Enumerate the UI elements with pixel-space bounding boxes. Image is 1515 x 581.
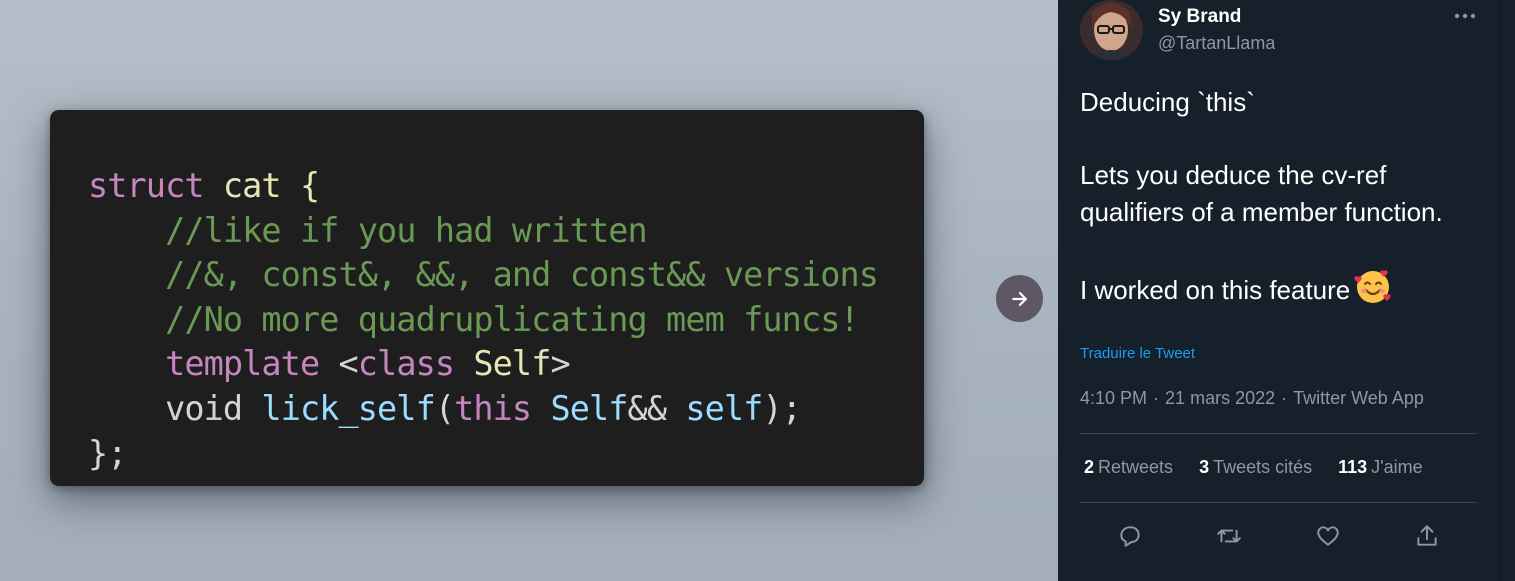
like-icon: [1317, 526, 1339, 546]
retweets-count: 2: [1084, 457, 1095, 477]
quotes-label: Tweets cités: [1213, 457, 1313, 477]
code-token: &&: [627, 388, 686, 428]
share-icon: [1417, 525, 1438, 546]
code-token: class: [357, 344, 455, 384]
code-token: );: [762, 388, 801, 428]
code-token: this: [454, 388, 532, 428]
code-line: void lick_self(this Self&& self);: [88, 387, 878, 432]
code-token: template: [88, 344, 320, 384]
retweets-label: Retweets: [1098, 457, 1174, 477]
likes-label: J'aime: [1371, 457, 1423, 477]
code-token: //like if you had written: [88, 210, 648, 250]
avatar[interactable]: [1080, 0, 1143, 60]
like-button[interactable]: [1308, 516, 1348, 556]
meta-separator: ·: [1153, 388, 1160, 408]
divider: [1080, 502, 1477, 503]
code-line: template <class Self>: [88, 342, 878, 387]
code-token: <: [319, 344, 359, 384]
code-token: lick_self: [261, 388, 435, 428]
tweet-time[interactable]: 4:10 PM: [1080, 388, 1147, 408]
quotes-count: 3: [1199, 457, 1210, 477]
likes-stat[interactable]: 113 J'aime: [1338, 457, 1423, 478]
share-button[interactable]: [1407, 516, 1447, 556]
code-token: //No more quadruplicating mem funcs!: [88, 299, 860, 339]
code-token: Self: [531, 388, 628, 428]
code-token: self: [685, 388, 763, 428]
code-image[interactable]: struct cat { //like if you had written /…: [50, 110, 924, 486]
next-image-button[interactable]: [996, 275, 1043, 322]
more-options-button[interactable]: [1450, 4, 1480, 28]
code-line: //No more quadruplicating mem funcs!: [88, 298, 878, 343]
code-token: //&, const&, &&, and const&& versions: [88, 255, 879, 295]
tweet-stats: 2 Retweets 3 Tweets cités 113 J'aime: [1084, 457, 1423, 478]
code-token: >: [550, 344, 570, 384]
reply-icon: [1119, 526, 1140, 547]
retweet-icon: [1217, 529, 1241, 543]
scrollbar[interactable]: [1499, 0, 1515, 581]
author-handle[interactable]: @TartanLlama: [1158, 33, 1275, 54]
code-line: //&, const&, &&, and const&& versions: [88, 253, 879, 298]
tweet-panel: Sy Brand @TartanLlama Deducing `this` Le…: [1058, 0, 1515, 581]
arrow-right-icon: [1011, 291, 1027, 306]
meta-separator: ·: [1281, 388, 1288, 408]
code-token: cat {: [203, 166, 320, 205]
tweet-date[interactable]: 21 mars 2022: [1165, 388, 1275, 408]
author-name[interactable]: Sy Brand: [1158, 6, 1241, 28]
media-viewer: struct cat { //like if you had written /…: [0, 0, 1058, 581]
code-line: //like if you had written: [88, 209, 878, 254]
code-line: };: [88, 432, 878, 477]
code-token: Self: [454, 344, 551, 384]
divider: [1080, 433, 1477, 434]
code-token: (: [434, 388, 455, 428]
tweet-source[interactable]: Twitter Web App: [1293, 388, 1424, 408]
code-token: void: [88, 388, 262, 428]
reply-button[interactable]: [1110, 516, 1150, 556]
code-token: };: [88, 433, 127, 473]
more-horizontal-icon: [1454, 13, 1476, 19]
quotes-stat[interactable]: 3 Tweets cités: [1199, 457, 1312, 478]
retweet-button[interactable]: [1209, 516, 1249, 556]
code-line: struct cat {: [88, 164, 878, 209]
avatar-image: [1080, 0, 1143, 60]
tweet-actions: [1080, 516, 1477, 556]
code-block: struct cat { //like if you had written /…: [88, 164, 879, 477]
tweet-text: Deducing `this` Lets you deduce the cv-r…: [1080, 84, 1490, 308]
likes-count: 113: [1338, 457, 1368, 477]
translate-tweet-link[interactable]: Traduire le Tweet: [1080, 345, 1195, 362]
code-token: struct: [88, 166, 205, 205]
tweet-meta: 4:10 PM · 21 mars 2022 · Twitter Web App: [1080, 388, 1424, 409]
retweets-stat[interactable]: 2 Retweets: [1084, 457, 1173, 478]
smiling-face-with-hearts-emoji: [1354, 267, 1392, 305]
